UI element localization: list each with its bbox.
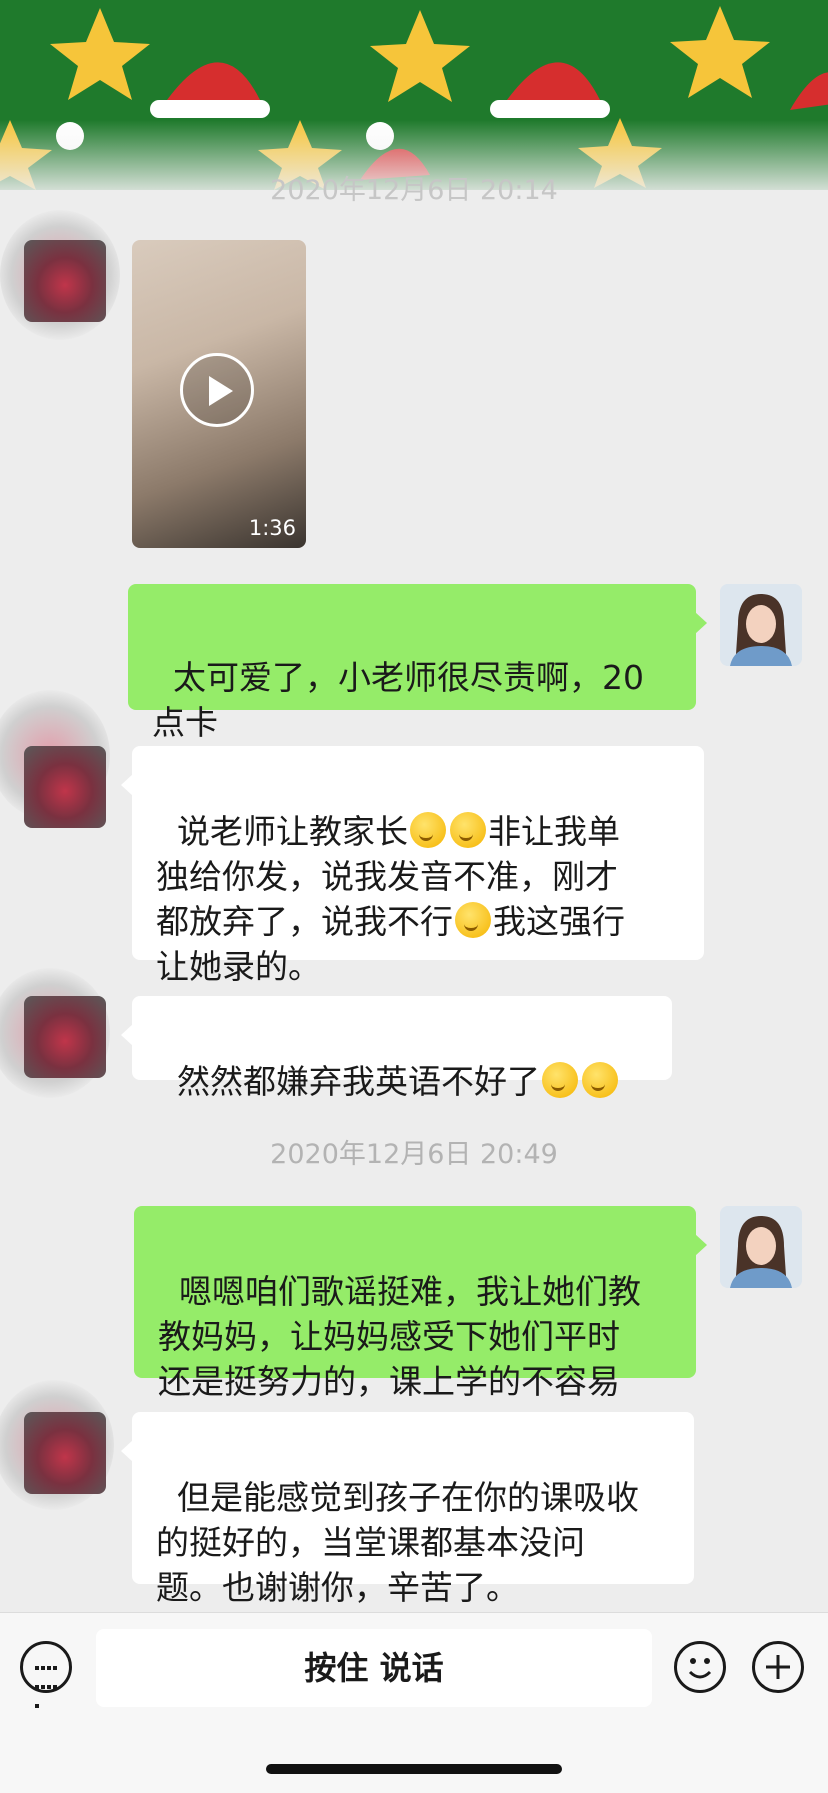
message-bubble-incoming[interactable]: 然然都嫌弃我英语不好了: [121, 996, 672, 1101]
message-bubble-outgoing[interactable]: 太可爱了，小老师很尽责啊，20 点卡: [128, 584, 707, 742]
smiley-icon[interactable]: [674, 1641, 726, 1693]
woman-portrait-icon: [720, 584, 802, 666]
video-duration: 1:36: [248, 516, 296, 540]
contact-avatar[interactable]: [24, 746, 106, 828]
timestamp: 2020年12月6日 20:49: [270, 1139, 558, 1170]
message-text: 太可爱了，小老师很尽责啊，20 点卡: [152, 658, 644, 742]
play-icon[interactable]: [180, 353, 254, 427]
keyboard-icon[interactable]: [20, 1641, 72, 1708]
hold-to-talk-button[interactable]: 按住 说话: [96, 1629, 652, 1707]
woman-portrait-icon: [720, 1206, 802, 1288]
message-bubble-incoming[interactable]: 说老师让教家长 非让我单 独给你发，说我发音不准，刚才 都放弃了，说我不行 我这强行…: [121, 746, 704, 986]
message-text: 嗯嗯咱们歌谣挺难，我让她们教 教妈妈，让妈妈感受下她们平时 还是挺努力的，课上学…: [158, 1272, 641, 1401]
contact-avatar[interactable]: [24, 996, 106, 1078]
festive-banner: [0, 0, 828, 190]
home-indicator: [266, 1764, 562, 1774]
message-text: 说老师让教家长: [176, 812, 408, 851]
timestamp-top: 2020年12月6日 20:14: [270, 175, 558, 206]
message-bubble-outgoing[interactable]: 嗯嗯咱们歌谣挺难，我让她们教 教妈妈，让妈妈感受下她们平时 还是挺努力的，课上学…: [134, 1206, 707, 1401]
plus-icon[interactable]: [752, 1641, 804, 1693]
thinking-face-emoji-icon: [455, 902, 491, 938]
thinking-face-emoji-icon: [449, 812, 486, 848]
contact-avatar[interactable]: [24, 1412, 106, 1494]
thinking-face-emoji-icon: [541, 1062, 578, 1098]
video-message[interactable]: 1:36: [132, 240, 306, 548]
message-bubble-incoming[interactable]: 但是能感觉到孩子在你的课吸收 的挺好的，当堂课都基本没问 题。也谢谢你，辛苦了。: [121, 1412, 694, 1607]
message-text: 但是能感觉到孩子在你的课吸收 的挺好的，当堂课都基本没问 题。也谢谢你，辛苦了。: [156, 1478, 639, 1607]
thinking-face-emoji-icon: [409, 812, 446, 848]
contact-avatar[interactable]: [24, 240, 106, 322]
my-avatar[interactable]: [720, 584, 802, 666]
message-text: 然然都嫌弃我英语不好了: [176, 1062, 540, 1101]
my-avatar[interactable]: [720, 1206, 802, 1288]
thinking-face-emoji-icon: [581, 1062, 618, 1098]
